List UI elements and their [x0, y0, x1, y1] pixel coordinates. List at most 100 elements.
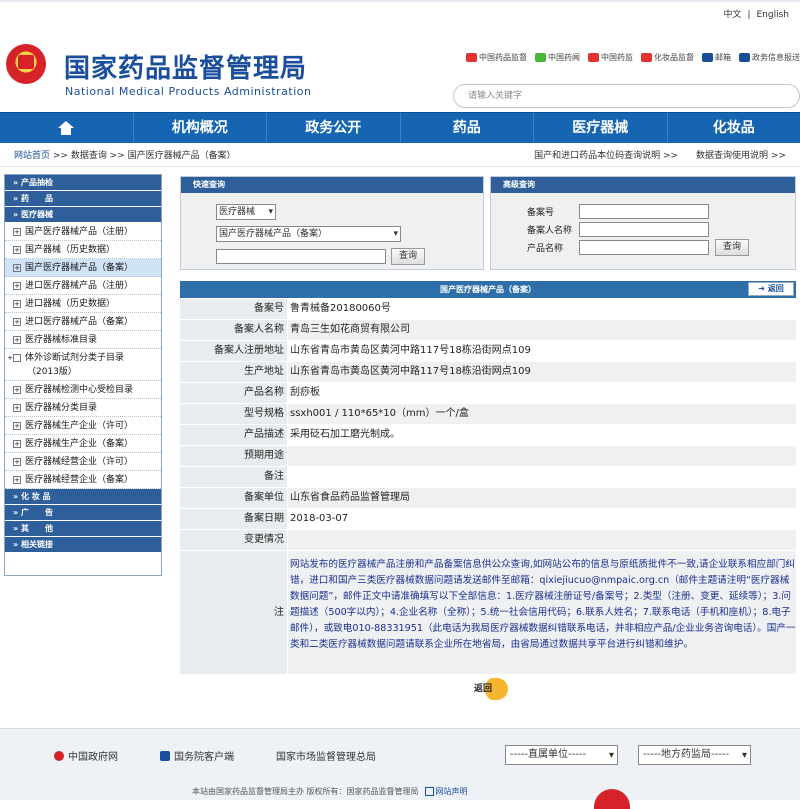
sidebar-item-domestic-reg[interactable]: +国产医疗器械产品（注册）	[5, 223, 161, 241]
quick-link-cosmetics[interactable]: 化妆品监督	[641, 52, 694, 63]
product-name-input[interactable]	[579, 240, 709, 255]
quick-link-weibo-drug[interactable]: 中国药品监督	[466, 52, 527, 63]
sidebar-item-seller-filing[interactable]: +医疗器械经营企业（备案）	[5, 471, 161, 489]
row-value: 刮痧板	[287, 383, 796, 403]
table-row: 变更情况	[180, 530, 796, 551]
sidebar-item-classification[interactable]: +医疗器械分类目录	[5, 399, 161, 417]
sidebar-item-domestic-history[interactable]: +国产器械（历史数据）	[5, 241, 161, 259]
subcategory-select[interactable]: 国产医疗器械产品（备案）	[216, 226, 401, 242]
sidebar-section-other[interactable]: » 其 他	[5, 521, 161, 537]
row-key: 变更情况	[180, 530, 287, 550]
return-button-label: 返回	[474, 684, 492, 694]
footer-link-label: 国务院客户端	[174, 748, 234, 763]
sidebar-item-domestic-filing[interactable]: +国产医疗器械产品（备案）	[5, 259, 161, 277]
search-placeholder: 请输入关键字	[468, 91, 522, 101]
quick-search-button[interactable]: 查询	[391, 248, 425, 265]
footer-link-samr[interactable]: 国家市场监督管理总局	[276, 748, 376, 763]
site-title-en[interactable]: National Medical Products Administration	[65, 85, 311, 98]
advanced-search-title: 高级查询	[491, 177, 795, 193]
footer-emblem-icon	[594, 789, 630, 809]
sidebar-item-test-center[interactable]: + 医疗器械检测中心受检目录	[5, 381, 161, 399]
sidebar-item-maker-license[interactable]: +医疗器械生产企业（许可）	[5, 417, 161, 435]
sidebar-section-ads[interactable]: » 广 告	[5, 505, 161, 521]
subcategory-select-value: 国产医疗器械产品（备案）	[219, 229, 327, 239]
footer-link-app[interactable]: 国务院客户端	[160, 748, 234, 763]
row-value: ssxh001 / 110*65*10（mm）一个/盒	[287, 404, 796, 424]
sidebar-section-label: 产品抽检	[21, 178, 53, 187]
row-key: 型号规格	[180, 404, 287, 424]
main-nav: 机构概况 政务公开 药品 医疗器械 化妆品	[0, 112, 800, 143]
sidebar-item-import-history[interactable]: +进口器械（历史数据）	[5, 295, 161, 313]
row-value: 采用砭石加工磨光制成。	[287, 425, 796, 445]
nav-item-org[interactable]: 机构概况	[134, 113, 268, 143]
row-key: 备案日期	[180, 509, 287, 529]
footer-links: 中国政府网 国务院客户端 国家市场监督管理总局	[54, 748, 418, 763]
sidebar-item-import-filing[interactable]: +进口医疗器械产品（备案）	[5, 313, 161, 331]
row-value: 鲁青械备20180060号	[287, 299, 796, 319]
quick-link-report[interactable]: 政务信息报送	[739, 52, 800, 63]
table-row: 备案日期2018-03-07	[180, 509, 796, 530]
app-icon	[160, 751, 170, 761]
note-row: 注网站发布的医疗器械产品注册和产品备案信息供公众查询,如网站公布的信息与原纸质批…	[180, 551, 796, 675]
expand-icon: +	[13, 282, 21, 290]
expand-icon: +	[13, 228, 21, 236]
category-select-value: 医疗器械	[219, 207, 255, 217]
sidebar-item-label: 医疗器械检测中心受检目录	[25, 385, 133, 395]
row-key: 生产地址	[180, 362, 287, 382]
row-value	[287, 446, 796, 466]
nav-item-drugs[interactable]: 药品	[401, 113, 535, 143]
site-statement-link[interactable]: 网站声明	[425, 786, 474, 797]
expand-icon: +	[13, 458, 21, 466]
expand-icon: +	[13, 386, 21, 394]
sidebar-section-drugs[interactable]: » 药 品	[5, 191, 161, 207]
filing-no-input[interactable]	[579, 204, 709, 219]
quick-link-weibo-supervision[interactable]: 中国药监	[588, 52, 633, 63]
expand-icon: +	[13, 300, 21, 308]
back-button[interactable]: ➜ 返回	[748, 282, 794, 296]
nav-item-gov[interactable]: 政务公开	[267, 113, 401, 143]
report-icon	[739, 53, 750, 62]
return-button[interactable]: 返回	[472, 678, 508, 700]
data-query-help-link[interactable]: 数据查询使用说明 >>	[696, 151, 786, 161]
product-name-label: 产品名称	[527, 241, 563, 254]
quick-link-mail[interactable]: 邮箱	[702, 52, 731, 63]
sidebar-section-devices[interactable]: » 医疗器械	[5, 207, 161, 223]
expand-icon: +	[13, 336, 21, 344]
row-key: 产品名称	[180, 383, 287, 403]
expand-icon: +	[13, 422, 21, 430]
direct-units-select[interactable]: -----直属单位-----	[505, 745, 618, 765]
copyright-text: 本站由国家药品监督管理局主办 版权所有：国家药品监督管理局	[192, 786, 419, 797]
sidebar-item-import-reg[interactable]: +进口医疗器械产品（注册）	[5, 277, 161, 295]
sidebar-item-label: 国产器械（历史数据）	[25, 245, 115, 255]
sidebar-section-cosmetics[interactable]: » 化 妆 品	[5, 489, 161, 505]
note-text: 网站发布的医疗器械产品注册和产品备案信息供公众查询,如网站公布的信息与原纸质批件…	[287, 551, 796, 674]
nav-home[interactable]	[0, 113, 134, 143]
quick-link-wechat[interactable]: 中国药闻	[535, 52, 580, 63]
drug-code-help-link[interactable]: 国产和进口药品本位码查询说明 >>	[534, 151, 678, 161]
sidebar-item-seller-license[interactable]: +医疗器械经营企业（许可）	[5, 453, 161, 471]
footer-link-label: 国家市场监督管理总局	[276, 748, 376, 763]
site-search-input[interactable]: 请输入关键字	[453, 84, 800, 108]
site-footer: 中国政府网 国务院客户端 国家市场监督管理总局 -----直属单位----- -…	[0, 728, 800, 800]
nav-item-cosmetics[interactable]: 化妆品	[668, 113, 800, 143]
sidebar-section-links[interactable]: » 相关链接	[5, 537, 161, 553]
row-key: 备案人注册地址	[180, 341, 287, 361]
site-title-cn[interactable]: 国家药品监督管理局	[64, 48, 307, 85]
row-value: 2018-03-07	[287, 509, 796, 529]
sidebar-item-ivd-catalog[interactable]: +体外诊断试剂分类子目录（2013版）	[5, 349, 161, 381]
sidebar-item-standards[interactable]: +医疗器械标准目录	[5, 331, 161, 349]
filer-name-input[interactable]	[579, 222, 709, 237]
table-row: 备案单位山东省食品药品监督管理局	[180, 488, 796, 509]
breadcrumb-home-link[interactable]: 网站首页	[14, 151, 50, 161]
table-row: 备案号鲁青械备20180060号	[180, 299, 796, 320]
advanced-search-button[interactable]: 查询	[715, 239, 749, 256]
nav-item-devices[interactable]: 医疗器械	[534, 113, 668, 143]
local-bureau-select[interactable]: -----地方药监局-----	[638, 745, 751, 765]
sidebar-section-sampling[interactable]: » 产品抽检	[5, 175, 161, 191]
sidebar-item-maker-filing[interactable]: +医疗器械生产企业（备案）	[5, 435, 161, 453]
footer-link-label: 中国政府网	[68, 748, 118, 763]
footer-link-gov[interactable]: 中国政府网	[54, 748, 118, 763]
sidebar-item-label: 医疗器械分类目录	[25, 403, 97, 413]
category-select[interactable]: 医疗器械	[216, 204, 276, 220]
quick-search-input[interactable]	[216, 249, 386, 264]
